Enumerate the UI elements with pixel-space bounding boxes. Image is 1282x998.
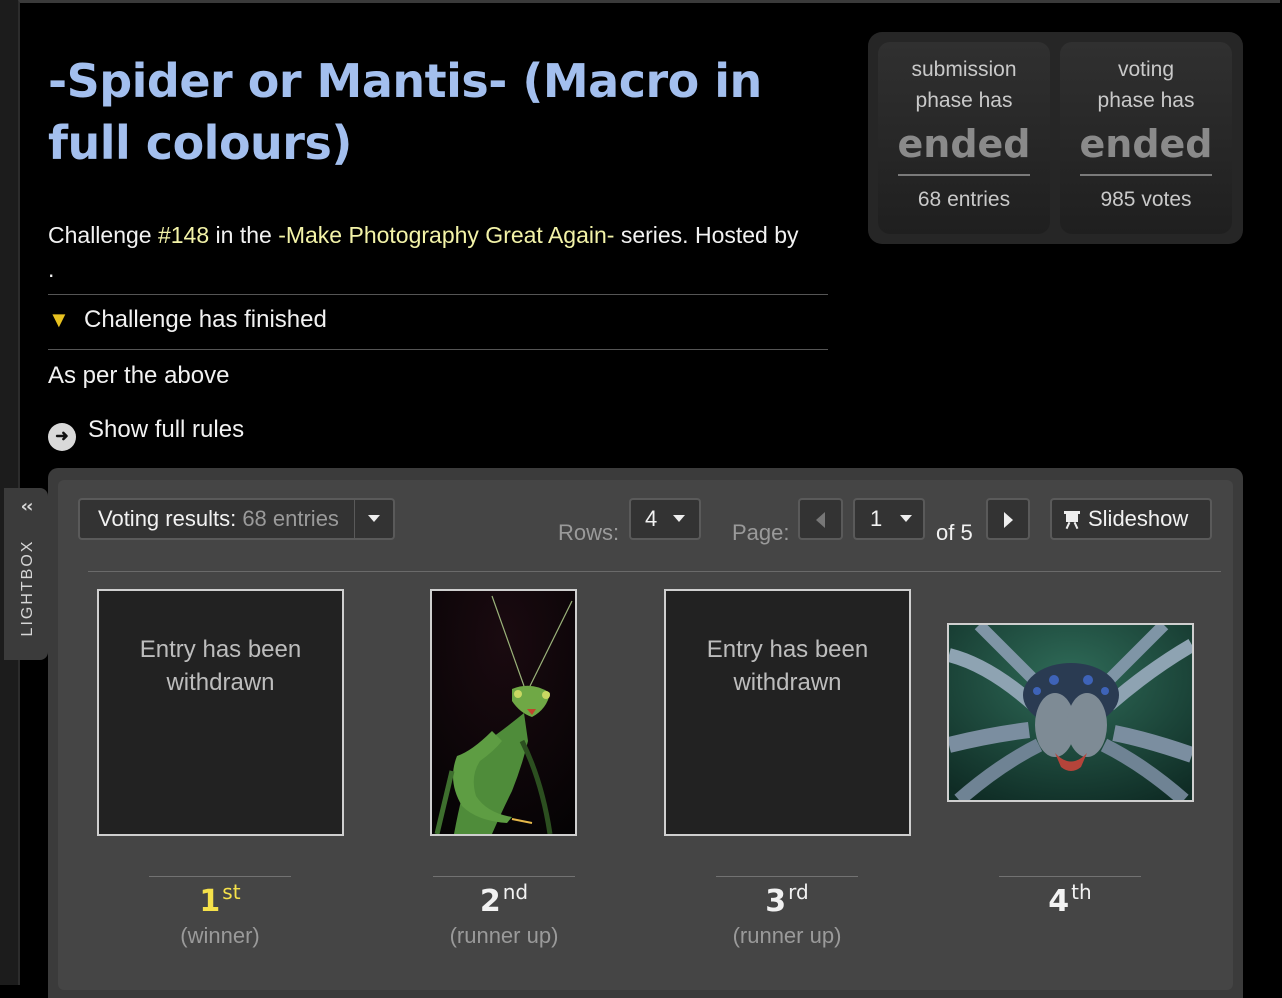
intro-text: series. Hosted by [614, 222, 799, 248]
rank-number: 1 [199, 884, 221, 919]
chevron-down-icon [673, 506, 686, 531]
divider [999, 876, 1141, 877]
divider [433, 876, 575, 877]
divider [898, 174, 1030, 176]
lightbox-label: LIGHTBOX [19, 539, 36, 637]
slideshow-button[interactable]: Slideshow [1050, 498, 1212, 540]
page-value: 1 [870, 506, 883, 531]
rank-4: 4th [970, 880, 1170, 923]
divider [149, 876, 291, 877]
entry-card-2[interactable] [430, 589, 577, 836]
slideshow-label: Slideshow [1088, 506, 1189, 531]
rows-select[interactable]: 4 [629, 498, 701, 540]
mantis-photo[interactable] [432, 591, 575, 834]
intro-text: in the [209, 222, 279, 248]
rules-link-label[interactable]: Show full rules [88, 416, 244, 443]
rank-suffix: nd [502, 880, 529, 904]
challenge-number-link[interactable]: #148 [158, 222, 209, 248]
divider [716, 876, 858, 877]
rank-subtitle: (winner) [180, 923, 260, 948]
entry-card-1[interactable]: Entry has been withdrawn [97, 589, 344, 836]
results-inner: Voting results: 68 entries Rows: 4 Page:… [58, 480, 1233, 990]
phase-label: submission phase has [911, 58, 1017, 112]
chevron-down-icon[interactable] [354, 500, 393, 538]
trophy-icon: ▼ [48, 307, 70, 332]
divider [88, 571, 1221, 572]
host-name[interactable]: . [48, 256, 54, 282]
slideshow-icon [1064, 511, 1080, 530]
rows-value: 4 [645, 506, 658, 531]
entry-card-4[interactable] [947, 623, 1194, 802]
rank-number: 3 [765, 884, 787, 919]
rank-number: 4 [1048, 884, 1070, 919]
challenge-intro: Challenge #148 in the -Make Photography … [48, 218, 878, 286]
show-rules-link[interactable]: ➜ Show full rules [48, 416, 244, 451]
page-label: Page: [732, 520, 790, 545]
triangle-right-icon [1003, 512, 1013, 528]
rows-label: Rows: [558, 520, 620, 545]
rank-suffix: th [1071, 880, 1092, 904]
votes-count: 985 votes [1100, 188, 1192, 211]
phase-status-box: submission phase has ended 68 entries vo… [868, 32, 1243, 244]
next-page-button[interactable] [986, 498, 1030, 540]
challenge-status: ▼ Challenge has finished [48, 306, 327, 334]
phase-label: voting phase has [1097, 58, 1195, 112]
rank-subtitle: (runner up) [732, 923, 842, 948]
voting-phase: voting phase has ended 985 votes [1060, 42, 1232, 234]
chevron-double-left-icon[interactable]: ‹‹ [4, 496, 48, 517]
triangle-left-icon [816, 512, 825, 528]
page-select[interactable]: 1 [853, 498, 925, 540]
prev-page-button[interactable] [798, 498, 843, 540]
status-text: Challenge has finished [84, 306, 327, 333]
divider [48, 294, 828, 295]
lightbox-tab[interactable]: ‹‹ LIGHTBOX [4, 488, 48, 660]
arrow-right-icon: ➜ [48, 423, 76, 451]
series-link[interactable]: -Make Photography Great Again- [278, 222, 614, 248]
intro-text: Challenge [48, 222, 158, 248]
challenge-description: As per the above [48, 362, 230, 389]
page-title: -Spider or Mantis- (Macro in full colour… [48, 54, 762, 170]
divider [48, 349, 828, 350]
rank-suffix: rd [788, 880, 809, 904]
chevron-down-icon [900, 506, 913, 531]
results-panel: Voting results: 68 entries Rows: 4 Page:… [48, 468, 1243, 998]
rank-number: 2 [479, 884, 501, 919]
results-count: 68 entries [242, 506, 339, 531]
results-label: Voting results: [98, 506, 237, 531]
rank-2: 2nd (runner up) [404, 880, 604, 949]
rank-1: 1st (winner) [120, 880, 320, 949]
phase-state: ended [897, 122, 1031, 166]
divider [1080, 174, 1212, 176]
results-dropdown[interactable]: Voting results: 68 entries [78, 498, 395, 540]
withdrawn-text: Entry has been withdrawn [139, 636, 302, 696]
withdrawn-text: Entry has been withdrawn [706, 636, 869, 696]
spider-photo[interactable] [949, 625, 1192, 800]
page-total: of 5 [936, 520, 973, 545]
entry-card-3[interactable]: Entry has been withdrawn [664, 589, 911, 836]
phase-state: ended [1079, 122, 1213, 166]
entries-count: 68 entries [917, 188, 1011, 211]
rank-suffix: st [222, 880, 241, 904]
rank-3: 3rd (runner up) [687, 880, 887, 949]
rank-subtitle: (runner up) [449, 923, 559, 948]
submission-phase: submission phase has ended 68 entries [878, 42, 1050, 234]
